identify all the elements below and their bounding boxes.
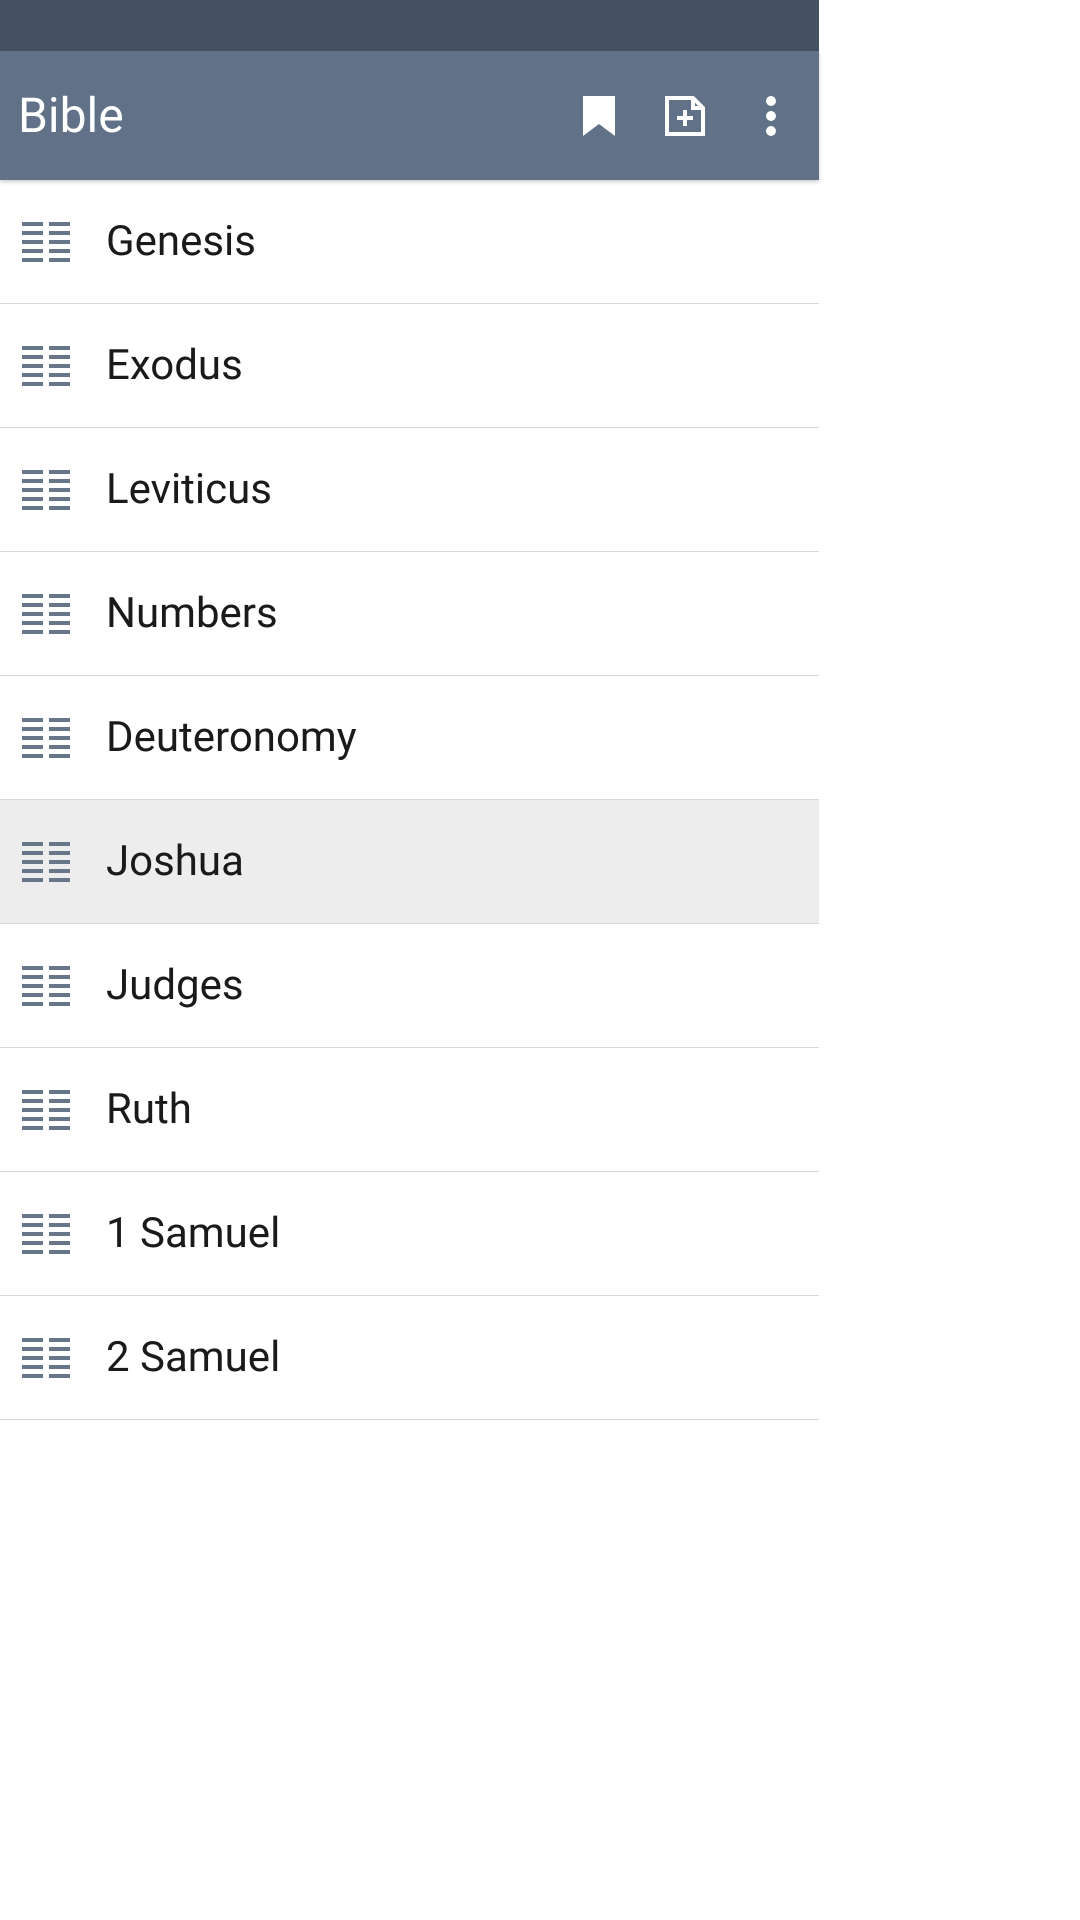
list-item[interactable]: Judges: [0, 924, 819, 1048]
columns-icon: [22, 966, 70, 1006]
app-title: Bible: [18, 87, 575, 144]
book-name: Ruth: [106, 1085, 192, 1134]
columns-icon: [22, 222, 70, 262]
columns-icon: [22, 470, 70, 510]
book-name: Numbers: [106, 589, 278, 638]
list-item[interactable]: Genesis: [0, 180, 819, 304]
book-name: Joshua: [106, 837, 244, 886]
book-name: Judges: [106, 961, 244, 1010]
columns-icon: [22, 1090, 70, 1130]
list-item[interactable]: Numbers: [0, 552, 819, 676]
book-name: Genesis: [106, 217, 256, 266]
book-name: 2 Samuel: [106, 1333, 280, 1382]
list-item[interactable]: 2 Samuel: [0, 1296, 819, 1420]
columns-icon: [22, 594, 70, 634]
book-name: Leviticus: [106, 465, 272, 514]
columns-icon: [22, 1338, 70, 1378]
more-icon[interactable]: [747, 92, 795, 140]
new-note-icon[interactable]: [661, 92, 709, 140]
columns-icon: [22, 1214, 70, 1254]
list-item[interactable]: 1 Samuel: [0, 1172, 819, 1296]
book-name: 1 Samuel: [106, 1209, 280, 1258]
app-bar: Bible: [0, 51, 819, 180]
columns-icon: [22, 842, 70, 882]
list-item[interactable]: Joshua: [0, 800, 819, 924]
list-item[interactable]: Deuteronomy: [0, 676, 819, 800]
list-item[interactable]: Leviticus: [0, 428, 819, 552]
list-item[interactable]: Exodus: [0, 304, 819, 428]
columns-icon: [22, 718, 70, 758]
bookmark-icon[interactable]: [575, 92, 623, 140]
status-bar: [0, 0, 819, 51]
list-item[interactable]: Ruth: [0, 1048, 819, 1172]
columns-icon: [22, 346, 70, 386]
book-name: Exodus: [106, 341, 243, 390]
book-list: Genesis Exodus Leviticus Numbers Deuteronomy…: [0, 180, 819, 1420]
app-bar-actions: [575, 92, 801, 140]
book-name: Deuteronomy: [106, 713, 357, 762]
